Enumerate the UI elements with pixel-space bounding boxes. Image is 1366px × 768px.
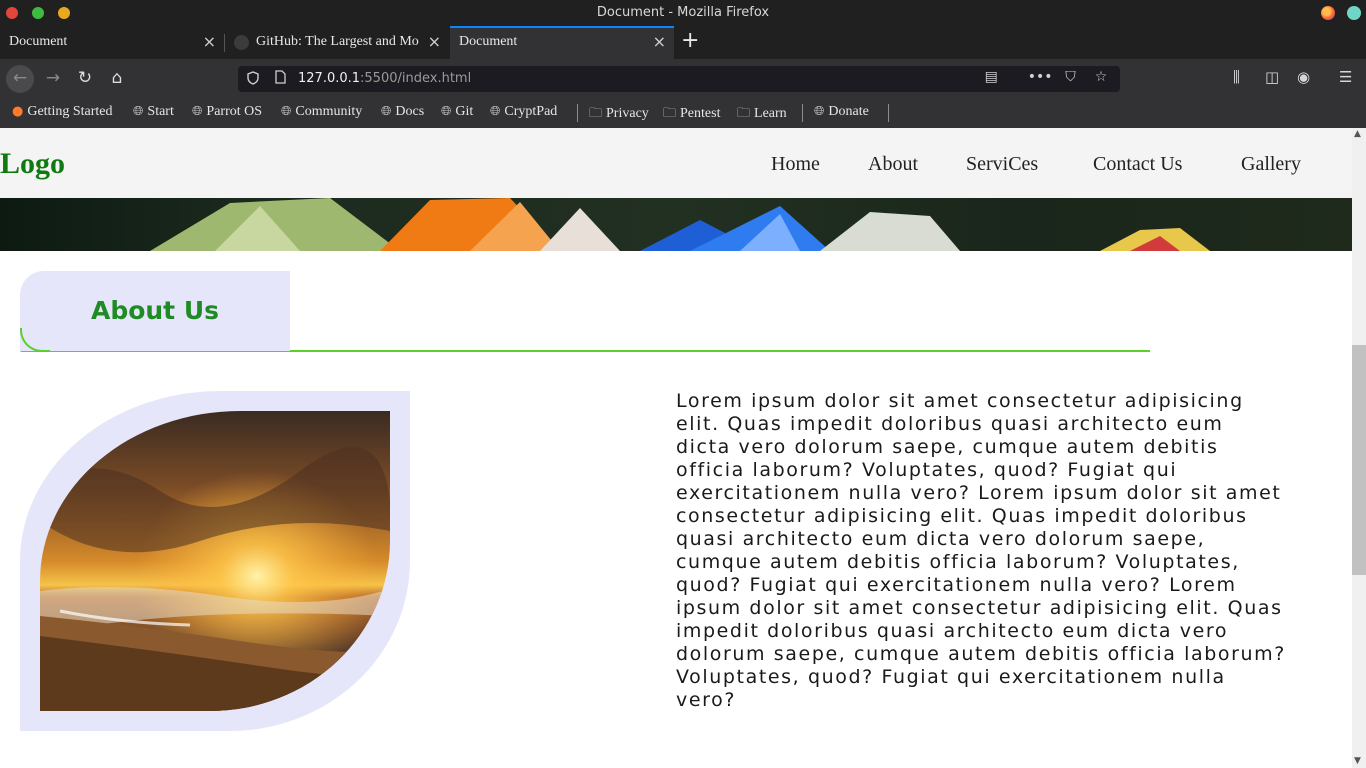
page-viewport: Logo Home About ServiCes Contact Us Gall… — [0, 128, 1352, 768]
nav-link-about[interactable]: About — [868, 153, 918, 176]
globe-icon: 🌐︎ — [133, 104, 144, 119]
page-info-icon[interactable] — [274, 70, 286, 88]
bookmark-parrot-os[interactable]: 🌐︎ Parrot OS — [192, 104, 262, 120]
bookmark-getting-started[interactable]: ● Getting Started — [12, 104, 113, 120]
url-path: :5500/index.html — [360, 71, 472, 86]
tab-label: Document — [9, 34, 68, 49]
bookmark-separator — [888, 104, 889, 122]
hero-banner-image — [0, 198, 1352, 251]
nav-link-services[interactable]: ServiCes — [966, 153, 1038, 176]
github-icon — [234, 35, 249, 50]
tab-github[interactable]: GitHub: The Largest and Mo × — [225, 26, 449, 59]
pocket-icon[interactable]: ⛉ — [1058, 69, 1084, 85]
globe-icon: 🌐︎ — [814, 104, 825, 119]
account-icon[interactable]: ◉ — [1297, 68, 1310, 86]
globe-icon: 🌐︎ — [192, 104, 203, 119]
folder-icon: 🗀 — [737, 106, 751, 121]
reload-button[interactable]: ↻ — [71, 65, 99, 93]
bookmark-folder-learn[interactable]: 🗀 Learn — [737, 104, 787, 126]
back-button[interactable]: ← — [6, 65, 34, 93]
bookmarks-toolbar: ● Getting Started 🌐︎ Start 🌐︎ Parrot OS 🌐︎ C… — [0, 98, 1366, 128]
scroll-up-arrow-icon[interactable]: ▲ — [1354, 129, 1361, 139]
globe-icon: 🌐︎ — [441, 104, 452, 119]
nav-link-contact[interactable]: Contact Us — [1093, 153, 1182, 176]
nav-link-gallery[interactable]: Gallery — [1241, 153, 1301, 176]
nav-link-home[interactable]: Home — [771, 153, 820, 176]
url-text[interactable]: 127.0.0.1:5500/index.html — [298, 71, 471, 86]
menu-icon[interactable]: ☰ — [1339, 68, 1352, 86]
firefox-icon: ● — [12, 104, 24, 119]
scrollbar-thumb[interactable] — [1352, 345, 1366, 575]
globe-icon: 🌐︎ — [281, 104, 292, 119]
bookmark-community[interactable]: 🌐︎ Community — [281, 104, 362, 120]
star-icon[interactable]: ☆ — [1088, 69, 1114, 85]
url-action-icons: ▤ ••• ⛉ ☆ — [978, 69, 1114, 85]
bookmark-donate[interactable]: 🌐︎ Donate — [814, 104, 869, 120]
tracking-shield-icon[interactable] — [247, 71, 259, 89]
forward-button[interactable]: → — [39, 65, 67, 93]
sidebar-icon[interactable]: ◫ — [1265, 68, 1279, 86]
site-logo[interactable]: Logo — [0, 147, 65, 181]
about-paragraph: Lorem ipsum dolor sit amet consectetur a… — [676, 390, 1286, 711]
globe-icon: 🌐︎ — [490, 104, 501, 119]
more-icon[interactable]: ••• — [1027, 69, 1053, 85]
bookmark-cryptpad[interactable]: 🌐︎ CryptPad — [490, 104, 557, 120]
bookmark-folder-privacy[interactable]: 🗀 Privacy — [589, 104, 649, 126]
about-heading-panel: About Us — [20, 271, 290, 351]
home-button[interactable]: ⌂ — [103, 65, 131, 93]
bookmark-git[interactable]: 🌐︎ Git — [441, 104, 473, 120]
about-heading: About Us — [90, 296, 220, 325]
tab-label: GitHub: The Largest and Mo — [256, 34, 419, 49]
site-header: Logo Home About ServiCes Contact Us Gall… — [0, 128, 1352, 198]
new-tab-button[interactable]: + — [681, 30, 699, 52]
tab-close-icon[interactable]: × — [203, 34, 216, 50]
tab-document-1[interactable]: Document × — [0, 26, 224, 59]
url-host: 127.0.0.1 — [298, 71, 361, 86]
window-titlebar: Document - Mozilla Firefox — [0, 0, 1366, 26]
firefox-tray-icon[interactable] — [1321, 6, 1335, 20]
tray-status-icon[interactable] — [1347, 6, 1361, 20]
tab-label: Document — [459, 34, 518, 49]
bookmark-start[interactable]: 🌐︎ Start — [133, 104, 174, 120]
globe-icon: 🌐︎ — [381, 104, 392, 119]
tab-close-icon[interactable]: × — [428, 34, 441, 50]
url-bar[interactable]: 127.0.0.1:5500/index.html ▤ ••• ⛉ ☆ — [238, 66, 1120, 92]
reader-view-icon[interactable]: ▤ — [978, 69, 1004, 85]
library-icon[interactable]: ⫼ — [1233, 68, 1240, 86]
window-title: Document - Mozilla Firefox — [596, 5, 770, 20]
bookmark-separator — [802, 104, 803, 122]
folder-icon: 🗀 — [663, 106, 677, 121]
bookmark-separator — [577, 104, 578, 122]
tents-scene — [150, 198, 1210, 251]
folder-icon: 🗀 — [589, 106, 603, 121]
tab-close-icon[interactable]: × — [653, 34, 666, 50]
bookmark-folder-pentest[interactable]: 🗀 Pentest — [663, 104, 720, 126]
tab-document-active[interactable]: Document × — [450, 26, 674, 59]
bookmark-docs[interactable]: 🌐︎ Docs — [381, 104, 424, 120]
scroll-down-arrow-icon[interactable]: ▼ — [1354, 756, 1361, 766]
